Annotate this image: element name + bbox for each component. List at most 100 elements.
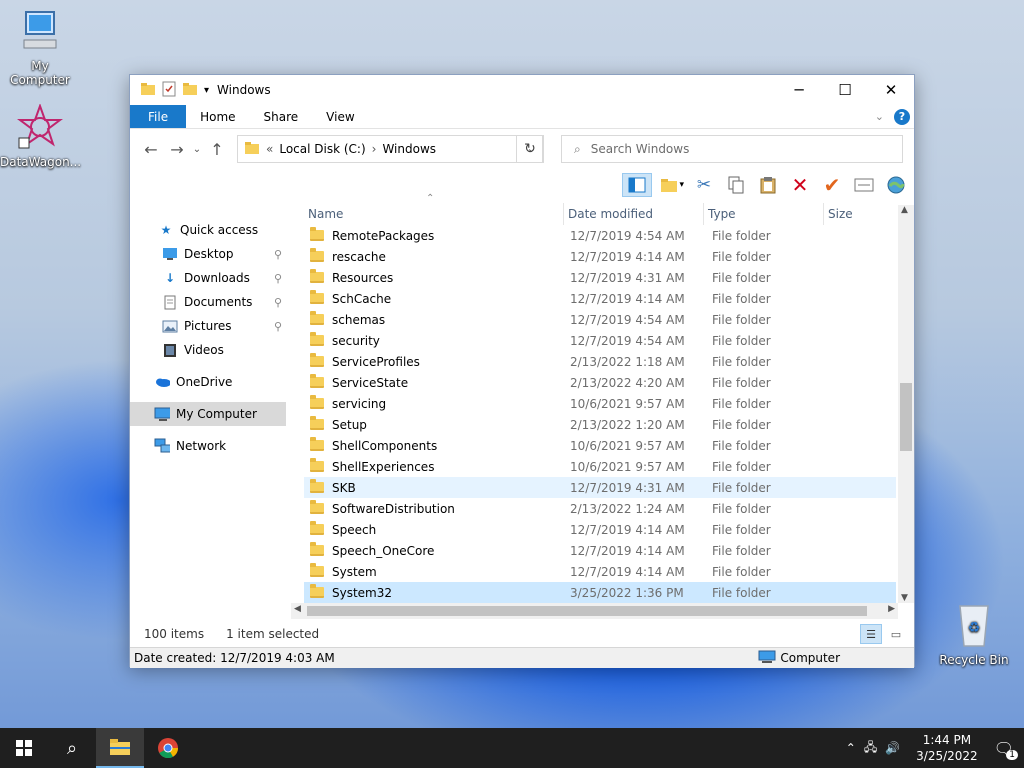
table-row[interactable]: System 12/7/2019 4:14 AM File folder (304, 561, 896, 582)
column-header-name[interactable]: Name (304, 203, 564, 225)
breadcrumb-local-disk[interactable]: Local Disk (C:) (279, 142, 365, 156)
nav-onedrive[interactable]: OneDrive (130, 370, 286, 394)
scroll-down-arrow-icon[interactable]: ▼ (901, 593, 908, 603)
taskbar-chrome[interactable] (144, 728, 192, 768)
scroll-left-arrow-icon[interactable]: ◀ (294, 604, 301, 614)
nav-quick-access[interactable]: ★ Quick access (130, 218, 286, 242)
table-row[interactable]: ServiceProfiles 2/13/2022 1:18 AM File fol… (304, 351, 896, 372)
table-row[interactable]: Speech 12/7/2019 4:14 AM File folder (304, 519, 896, 540)
nav-network[interactable]: Network (130, 434, 286, 458)
nav-label: Documents (184, 295, 253, 309)
pin-icon[interactable]: ⚲ (274, 248, 282, 261)
properties-icon[interactable] (162, 81, 176, 100)
scroll-right-arrow-icon[interactable]: ▶ (888, 604, 895, 614)
nav-documents[interactable]: Documents ⚲ (130, 290, 286, 314)
ribbon-tabs: File Home Share View ⌄ ? (130, 105, 914, 129)
table-row[interactable]: security 12/7/2019 4:54 AM File folder (304, 330, 896, 351)
expand-ribbon-chevron-icon[interactable]: ⌄ (875, 110, 884, 123)
large-icons-view-button[interactable]: ▭ (886, 628, 906, 641)
maximize-button[interactable]: ☐ (822, 75, 868, 105)
navigation-pane-button[interactable] (622, 173, 652, 197)
search-box[interactable]: ⌕ Search Windows (561, 135, 903, 163)
table-row[interactable]: Setup 2/13/2022 1:20 AM File folder (304, 414, 896, 435)
table-row[interactable]: Speech_OneCore 12/7/2019 4:14 AM File fold… (304, 540, 896, 561)
nav-videos[interactable]: Videos (130, 338, 286, 362)
table-row[interactable]: SoftwareDistribution 2/13/2022 1:24 AM Fil… (304, 498, 896, 519)
copy-icon[interactable] (724, 173, 748, 197)
globe-icon[interactable] (884, 173, 908, 197)
cut-icon[interactable]: ✂ (692, 173, 716, 197)
table-row[interactable]: ShellExperiences 10/6/2021 9:57 AM File fo… (304, 456, 896, 477)
pin-icon[interactable]: ⚲ (274, 296, 282, 309)
help-button[interactable]: ? (894, 108, 910, 125)
horizontal-scrollbar[interactable]: ◀ ▶ (291, 603, 898, 619)
network-status-icon[interactable]: 🖧 (864, 738, 877, 759)
pin-icon[interactable]: ⚲ (274, 272, 282, 285)
desktop-icon-recycle-bin[interactable]: ♻ Recycle Bin (934, 600, 1014, 667)
desktop-icon-datawagon[interactable]: DataWagon... (0, 103, 81, 169)
minimize-button[interactable]: ─ (776, 75, 822, 105)
type-cell: File folder (712, 543, 771, 558)
nav-pictures[interactable]: Pictures ⚲ (130, 314, 286, 338)
notification-center-icon[interactable]: 🗨 1 (994, 739, 1018, 760)
pin-icon[interactable]: ⚲ (274, 320, 282, 333)
column-header-size[interactable]: Size (824, 203, 896, 225)
search-input[interactable]: Search Windows (591, 142, 690, 156)
vertical-scroll-thumb[interactable] (900, 383, 912, 451)
tab-view[interactable]: View (312, 105, 368, 128)
type-cell: File folder (712, 333, 771, 348)
tab-file[interactable]: File (130, 105, 187, 128)
folder-icon (310, 248, 324, 262)
start-button[interactable] (0, 728, 48, 768)
breadcrumb-windows[interactable]: Windows (382, 142, 436, 156)
taskbar-file-explorer[interactable] (96, 728, 144, 768)
new-folder-icon[interactable] (182, 82, 198, 99)
table-row[interactable]: ServiceState 2/13/2022 4:20 AM File folder (304, 372, 896, 393)
delete-icon[interactable]: ✕ (788, 173, 812, 197)
rename-check-icon[interactable]: ✔ (820, 173, 844, 197)
back-arrow-icon[interactable]: ← (138, 140, 164, 159)
desktop-icon-my-computer[interactable]: My Computer (0, 10, 80, 87)
paste-icon[interactable] (756, 173, 780, 197)
table-row[interactable]: schemas 12/7/2019 4:54 AM File folder (304, 309, 896, 330)
title-bar[interactable]: ▾ Windows ─ ☐ ✕ (130, 75, 914, 105)
folder-icon[interactable] (140, 82, 156, 99)
tab-share[interactable]: Share (250, 105, 313, 128)
nav-downloads[interactable]: ↓ Downloads ⚲ (130, 266, 286, 290)
table-row[interactable]: Resources 12/7/2019 4:31 AM File folder (304, 267, 896, 288)
forward-arrow-icon[interactable]: → (164, 140, 190, 159)
chevron-down-icon[interactable]: ▾ (679, 180, 684, 190)
breadcrumb-overflow[interactable]: « (266, 142, 273, 156)
horizontal-scroll-thumb[interactable] (307, 606, 867, 616)
customize-toolbar-chevron-icon[interactable]: ▾ (204, 85, 209, 96)
close-button[interactable]: ✕ (868, 75, 914, 105)
table-row[interactable]: System32 3/25/2022 1:36 PM File folder (304, 582, 896, 603)
nav-my-computer[interactable]: My Computer (130, 402, 286, 426)
new-folder-button[interactable]: ▾ (660, 173, 684, 197)
address-bar[interactable]: « Local Disk (C:) › Windows ⌄ (237, 135, 543, 163)
table-row[interactable]: ShellComponents 10/6/2021 9:57 AM File fol… (304, 435, 896, 456)
vertical-scrollbar[interactable]: ▲ ▼ (898, 205, 914, 603)
search-button[interactable]: ⌕ (48, 728, 96, 768)
table-row[interactable]: SchCache 12/7/2019 4:14 AM File folder (304, 288, 896, 309)
details-view-button[interactable]: ☰ (860, 624, 882, 644)
up-arrow-icon[interactable]: ↑ (204, 140, 230, 159)
scroll-up-arrow-icon[interactable]: ▲ (901, 205, 908, 215)
refresh-button[interactable]: ↻ (516, 135, 544, 163)
volume-icon[interactable]: 🔊 (885, 741, 900, 755)
column-header-date[interactable]: Date modified (564, 203, 704, 225)
breadcrumb-chevron-icon[interactable]: › (372, 142, 377, 156)
show-hidden-icons-chevron-icon[interactable]: ⌃ (846, 741, 856, 755)
recent-locations-chevron-icon[interactable]: ⌄ (190, 144, 204, 155)
nav-desktop[interactable]: Desktop ⚲ (130, 242, 286, 266)
tab-home[interactable]: Home (186, 105, 249, 128)
folder-icon (310, 353, 324, 367)
table-row[interactable]: servicing 10/6/2021 9:57 AM File folder (304, 393, 896, 414)
properties-icon[interactable] (852, 173, 876, 197)
table-row[interactable]: RemotePackages 12/7/2019 4:54 AM File fold… (304, 225, 896, 246)
table-row[interactable]: SKB 12/7/2019 4:31 AM File folder (304, 477, 896, 498)
file-name-cell: schemas (304, 311, 564, 327)
clock[interactable]: 1:44 PM 3/25/2022 (916, 732, 978, 764)
column-header-type[interactable]: Type (704, 203, 824, 225)
table-row[interactable]: rescache 12/7/2019 4:14 AM File folder (304, 246, 896, 267)
